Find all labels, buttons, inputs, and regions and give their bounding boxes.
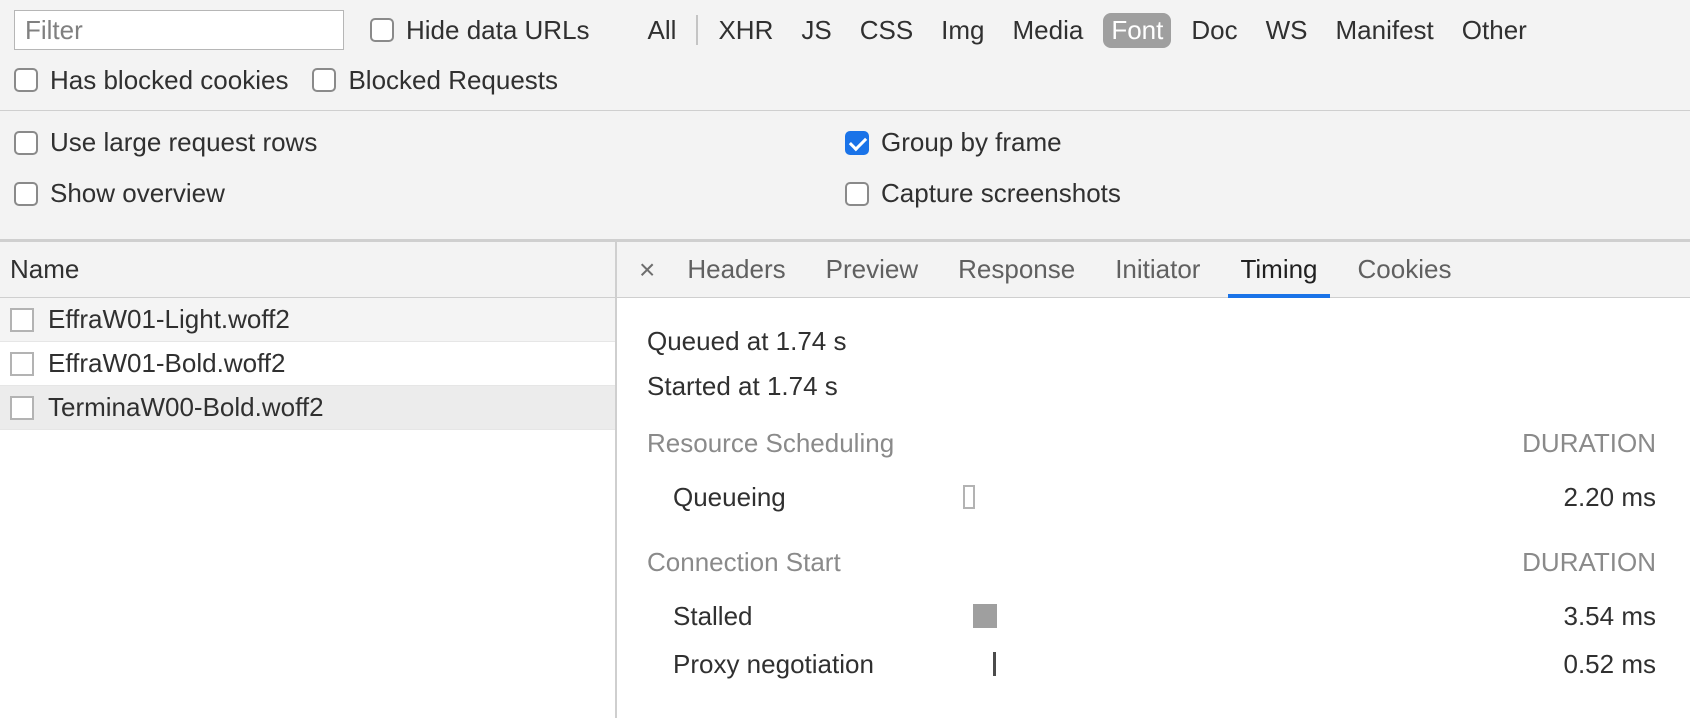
show-overview-checkbox[interactable] xyxy=(14,182,38,206)
group-by-frame-checkbox[interactable] xyxy=(845,131,869,155)
network-filter-bar: Hide data URLs All XHR JS CSS Img Media … xyxy=(0,0,1690,111)
resource-scheduling-header: Resource Scheduling DURATION xyxy=(647,428,1656,459)
request-name: TerminaW00-Bold.woff2 xyxy=(48,392,324,423)
type-filter-manifest[interactable]: Manifest xyxy=(1328,13,1442,48)
blocked-requests-label: Blocked Requests xyxy=(348,65,558,96)
type-filter-divider xyxy=(696,15,698,45)
tab-headers[interactable]: Headers xyxy=(667,242,805,297)
type-filter-group: All XHR JS CSS Img Media Font Doc WS Man… xyxy=(634,13,1541,48)
timing-body: Queued at 1.74 s Started at 1.74 s Resou… xyxy=(617,298,1690,718)
network-main-split: Name EffraW01-Light.woff2 EffraW01-Bold.… xyxy=(0,242,1690,718)
request-name: EffraW01-Bold.woff2 xyxy=(48,348,286,379)
started-at-text: Started at 1.74 s xyxy=(647,371,1656,402)
use-large-rows-option[interactable]: Use large request rows xyxy=(14,127,821,158)
tab-cookies[interactable]: Cookies xyxy=(1338,242,1472,297)
timing-row-queueing: Queueing 2.20 ms xyxy=(647,473,1656,521)
timing-row-stalled: Stalled 3.54 ms xyxy=(647,592,1656,640)
type-filter-doc[interactable]: Doc xyxy=(1183,13,1245,48)
request-name: EffraW01-Light.woff2 xyxy=(48,304,290,335)
tab-initiator[interactable]: Initiator xyxy=(1095,242,1220,297)
tab-preview[interactable]: Preview xyxy=(806,242,938,297)
type-filter-js[interactable]: JS xyxy=(793,13,839,48)
timing-label: Proxy negotiation xyxy=(647,649,963,680)
timing-bar-thin xyxy=(993,652,996,676)
tab-response[interactable]: Response xyxy=(938,242,1095,297)
blocked-requests-checkbox[interactable] xyxy=(312,68,336,92)
group-by-frame-label: Group by frame xyxy=(881,127,1062,158)
type-filter-other[interactable]: Other xyxy=(1454,13,1535,48)
has-blocked-cookies-label: Has blocked cookies xyxy=(50,65,288,96)
capture-screenshots-checkbox[interactable] xyxy=(845,182,869,206)
request-row[interactable]: EffraW01-Bold.woff2 xyxy=(0,342,615,386)
type-filter-css[interactable]: CSS xyxy=(852,13,921,48)
timing-row-proxy: Proxy negotiation 0.52 ms xyxy=(647,640,1656,688)
use-large-rows-checkbox[interactable] xyxy=(14,131,38,155)
type-filter-media[interactable]: Media xyxy=(1005,13,1092,48)
capture-screenshots-label: Capture screenshots xyxy=(881,178,1121,209)
close-icon[interactable]: × xyxy=(627,254,667,286)
detail-tabs: × Headers Preview Response Initiator Tim… xyxy=(617,242,1690,298)
blocked-requests-option[interactable]: Blocked Requests xyxy=(312,65,558,96)
type-filter-font[interactable]: Font xyxy=(1103,13,1171,48)
list-header-name[interactable]: Name xyxy=(0,242,615,298)
section-title: Resource Scheduling xyxy=(647,428,894,459)
type-filter-img[interactable]: Img xyxy=(933,13,992,48)
tab-timing[interactable]: Timing xyxy=(1220,242,1337,297)
queued-at-text: Queued at 1.74 s xyxy=(647,326,1656,357)
file-icon xyxy=(10,396,34,420)
request-row[interactable]: EffraW01-Light.woff2 xyxy=(0,298,615,342)
hide-data-urls-option[interactable]: Hide data URLs xyxy=(370,15,590,46)
network-settings-strip: Use large request rows Show overview Gro… xyxy=(0,111,1690,242)
timing-label: Stalled xyxy=(647,601,963,632)
filter-input[interactable] xyxy=(14,10,344,50)
group-by-frame-option[interactable]: Group by frame xyxy=(845,127,1652,158)
timing-bar-outline xyxy=(963,485,975,509)
section-title: Connection Start xyxy=(647,547,841,578)
use-large-rows-label: Use large request rows xyxy=(50,127,317,158)
has-blocked-cookies-checkbox[interactable] xyxy=(14,68,38,92)
file-icon xyxy=(10,308,34,332)
request-detail-panel: × Headers Preview Response Initiator Tim… xyxy=(617,242,1690,718)
type-filter-xhr[interactable]: XHR xyxy=(710,13,781,48)
request-row[interactable]: TerminaW00-Bold.woff2 xyxy=(0,386,615,430)
hide-data-urls-checkbox[interactable] xyxy=(370,18,394,42)
show-overview-label: Show overview xyxy=(50,178,225,209)
timing-value: 0.52 ms xyxy=(1516,649,1656,680)
has-blocked-cookies-option[interactable]: Has blocked cookies xyxy=(14,65,288,96)
request-list-panel: Name EffraW01-Light.woff2 EffraW01-Bold.… xyxy=(0,242,617,718)
timing-label: Queueing xyxy=(647,482,963,513)
timing-bar-fill xyxy=(973,604,997,628)
duration-header: DURATION xyxy=(1522,428,1656,459)
show-overview-option[interactable]: Show overview xyxy=(14,178,821,209)
capture-screenshots-option[interactable]: Capture screenshots xyxy=(845,178,1652,209)
type-filter-ws[interactable]: WS xyxy=(1258,13,1316,48)
connection-start-header: Connection Start DURATION xyxy=(647,547,1656,578)
file-icon xyxy=(10,352,34,376)
duration-header: DURATION xyxy=(1522,547,1656,578)
hide-data-urls-label: Hide data URLs xyxy=(406,15,590,46)
timing-value: 3.54 ms xyxy=(1516,601,1656,632)
timing-value: 2.20 ms xyxy=(1516,482,1656,513)
type-filter-all[interactable]: All xyxy=(640,13,685,48)
